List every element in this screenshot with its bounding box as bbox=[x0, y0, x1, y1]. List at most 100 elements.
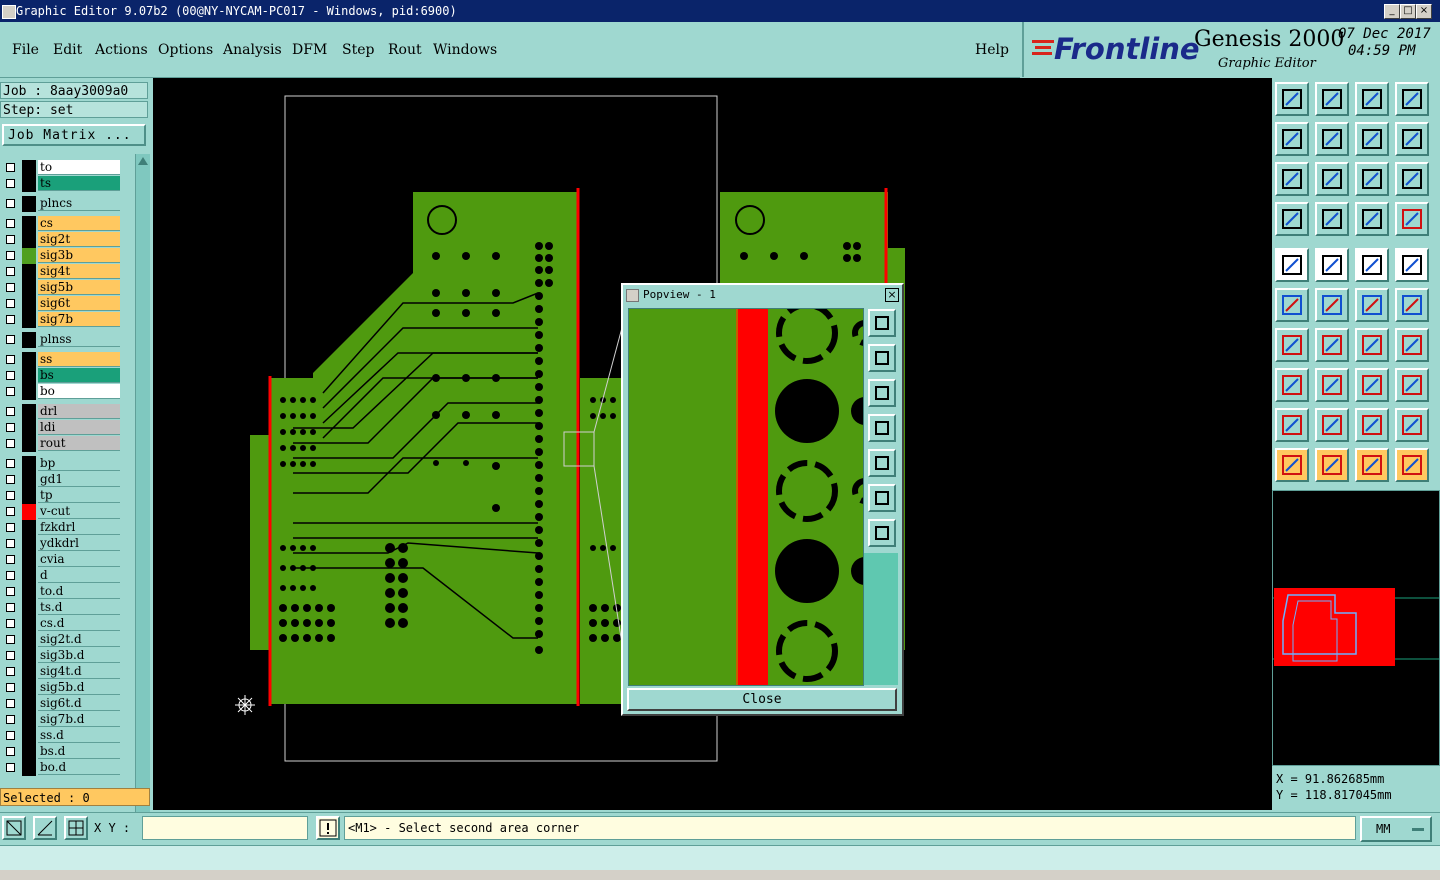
layer-name[interactable]: rout bbox=[38, 436, 120, 451]
layer-name[interactable]: sig3b.d bbox=[38, 648, 120, 663]
layer-checkbox[interactable] bbox=[6, 523, 15, 532]
layer-row-bp[interactable]: bp bbox=[2, 456, 120, 472]
help-query-tool-button[interactable] bbox=[1395, 162, 1429, 196]
layer-checkbox[interactable] bbox=[6, 731, 15, 740]
layer-row-cvia[interactable]: cvia bbox=[2, 552, 120, 568]
layer-name[interactable]: plncs bbox=[38, 196, 120, 211]
layer-row-fzkdrl[interactable]: fzkdrl bbox=[2, 520, 120, 536]
line-blue-tool-button[interactable] bbox=[1315, 328, 1349, 362]
layer-scrollbar[interactable] bbox=[135, 154, 150, 860]
layer-row-plnss[interactable]: plnss bbox=[2, 332, 120, 348]
menu-help[interactable]: Help bbox=[975, 42, 1009, 58]
arc-blue-tool-button[interactable] bbox=[1395, 408, 1429, 442]
measure-mode-button[interactable] bbox=[33, 816, 57, 840]
pan-right-tool-button[interactable] bbox=[1315, 122, 1349, 156]
triangle-blue-tool-button[interactable] bbox=[1315, 408, 1349, 442]
layer-checkbox[interactable] bbox=[6, 651, 15, 660]
layer-row-sig6t.d[interactable]: sig6t.d bbox=[2, 696, 120, 712]
layer-checkbox[interactable] bbox=[6, 667, 15, 676]
break-tool-button[interactable] bbox=[1315, 368, 1349, 402]
layer-checkbox[interactable] bbox=[6, 699, 15, 708]
layer-row-to[interactable]: to bbox=[2, 160, 120, 176]
layer-name[interactable]: cvia bbox=[38, 552, 120, 567]
layer-row-bo[interactable]: bo bbox=[2, 384, 120, 400]
layer-row-bs[interactable]: bs bbox=[2, 368, 120, 384]
net-tool-button[interactable] bbox=[1275, 288, 1309, 322]
layer-checkbox[interactable] bbox=[6, 355, 15, 364]
fit-both-tool-button[interactable] bbox=[1315, 162, 1349, 196]
layer-checkbox[interactable] bbox=[6, 539, 15, 548]
popview-close-button[interactable]: Close bbox=[627, 688, 897, 711]
layer-checkbox[interactable] bbox=[6, 407, 15, 416]
layer-row-v-cut[interactable]: v-cut bbox=[2, 504, 120, 520]
layer-name[interactable]: ss.d bbox=[38, 728, 120, 743]
layer-name[interactable]: ts bbox=[38, 176, 120, 191]
layer-checkbox[interactable] bbox=[6, 163, 15, 172]
arc-tool-button[interactable] bbox=[1355, 328, 1389, 362]
arrow-circle-tool-button[interactable] bbox=[1355, 448, 1389, 482]
pan-left-tool-button[interactable] bbox=[1275, 122, 1309, 156]
layer-row-sig2t.d[interactable]: sig2t.d bbox=[2, 632, 120, 648]
layer-row-rout[interactable]: rout bbox=[2, 436, 120, 452]
popview-canvas[interactable] bbox=[628, 308, 864, 686]
layer-name[interactable]: ts.d bbox=[38, 600, 120, 615]
zoom-in-tool-button[interactable] bbox=[1315, 82, 1349, 116]
menu-actions[interactable]: Actions bbox=[95, 42, 148, 58]
layer-row-bs.d[interactable]: bs.d bbox=[2, 744, 120, 760]
grid-mode-button[interactable] bbox=[64, 816, 88, 840]
layer-row-ts[interactable]: ts bbox=[2, 176, 120, 192]
layer-checkbox[interactable] bbox=[6, 387, 15, 396]
layer-checkbox[interactable] bbox=[6, 619, 15, 628]
layer-checkbox[interactable] bbox=[6, 683, 15, 692]
layer-row-ydkdrl[interactable]: ydkdrl bbox=[2, 536, 120, 552]
layer-row-ss[interactable]: ss bbox=[2, 352, 120, 368]
layer-row-bo.d[interactable]: bo.d bbox=[2, 760, 120, 776]
menu-options[interactable]: Options bbox=[158, 42, 213, 58]
triangle-red-tool-button[interactable] bbox=[1275, 408, 1309, 442]
layer-row-ss.d[interactable]: ss.d bbox=[2, 728, 120, 744]
layer-name[interactable]: cs bbox=[38, 216, 120, 231]
layer-name[interactable]: to bbox=[38, 160, 120, 175]
layer-name[interactable]: ss bbox=[38, 352, 120, 367]
snap-pad-red-tool-button[interactable] bbox=[1395, 202, 1429, 236]
layer-name[interactable]: sig5b bbox=[38, 280, 120, 295]
line-red-tool-button[interactable] bbox=[1275, 328, 1309, 362]
layer-checkbox[interactable] bbox=[6, 371, 15, 380]
scale-1to1-tool-button[interactable] bbox=[1355, 162, 1389, 196]
layer-row-sig3b[interactable]: sig3b bbox=[2, 248, 120, 264]
layer-checkbox[interactable] bbox=[6, 199, 15, 208]
layer-row-sig7b[interactable]: sig7b bbox=[2, 312, 120, 328]
layers-tool-button[interactable] bbox=[1275, 202, 1309, 236]
layer-name[interactable]: v-cut bbox=[38, 504, 120, 519]
pv-left-button[interactable] bbox=[868, 414, 896, 442]
layer-row-to.d[interactable]: to.d bbox=[2, 584, 120, 600]
layer-row-cs.d[interactable]: cs.d bbox=[2, 616, 120, 632]
layer-row-sig6t[interactable]: sig6t bbox=[2, 296, 120, 312]
snap-pad-tool-button[interactable] bbox=[1355, 202, 1389, 236]
pv-down-button[interactable] bbox=[868, 379, 896, 407]
layer-name[interactable]: sig3b bbox=[38, 248, 120, 263]
layer-name[interactable]: fzkdrl bbox=[38, 520, 120, 535]
layer-name[interactable]: plnss bbox=[38, 332, 120, 347]
layer-row-ts.d[interactable]: ts.d bbox=[2, 600, 120, 616]
layer-name[interactable]: ydkdrl bbox=[38, 536, 120, 551]
layer-row-drl[interactable]: drl bbox=[2, 404, 120, 420]
layer-checkbox[interactable] bbox=[6, 423, 15, 432]
layer-row-d[interactable]: d bbox=[2, 568, 120, 584]
app-icon[interactable] bbox=[2, 5, 16, 19]
layer-name[interactable]: bs bbox=[38, 368, 120, 383]
layer-checkbox[interactable] bbox=[6, 219, 15, 228]
layer-checkbox[interactable] bbox=[6, 507, 15, 516]
layer-checkbox[interactable] bbox=[6, 475, 15, 484]
layer-name[interactable]: sig2t bbox=[38, 232, 120, 247]
layer-checkbox[interactable] bbox=[6, 179, 15, 188]
layer-checkbox[interactable] bbox=[6, 335, 15, 344]
key-tool-button[interactable] bbox=[1315, 202, 1349, 236]
delete-tool-button[interactable] bbox=[1315, 288, 1349, 322]
menu-step[interactable]: Step bbox=[342, 42, 374, 58]
layer-row-gd1[interactable]: gd1 bbox=[2, 472, 120, 488]
menu-dfm[interactable]: DFM bbox=[292, 42, 327, 58]
arrow-path-tool-button[interactable] bbox=[1395, 448, 1429, 482]
menu-windows[interactable]: Windows bbox=[433, 42, 497, 58]
layer-checkbox[interactable] bbox=[6, 439, 15, 448]
